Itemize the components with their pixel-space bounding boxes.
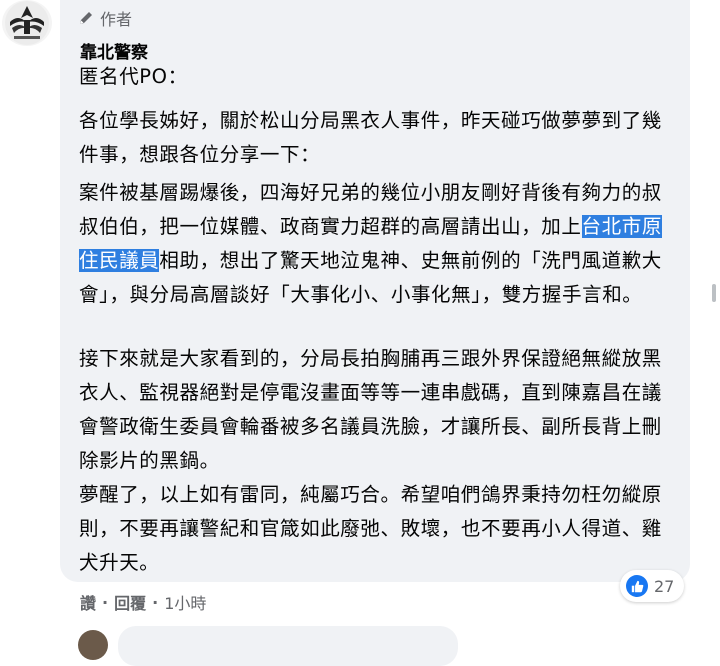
comment-paragraph: 匿名代PO： — [79, 65, 188, 88]
timestamp[interactable]: 1小時 — [164, 590, 206, 614]
comment-paragraph: 夢醒了，以上如有雷同，純屬巧合。希望咱們鴿界秉持勿枉勿縱原則，不要再讓警紀和官箴… — [79, 483, 662, 574]
comment-paragraph: 接下來就是大家看到的，分局長拍胸脯再三跟外界保證絕無縱放黑衣人、監視器絕對是停電… — [79, 347, 662, 472]
reaction-count: 27 — [654, 576, 675, 596]
avatar[interactable] — [2, 0, 52, 46]
reply-button[interactable]: 回覆 — [114, 590, 146, 614]
paragraph-text: 相助，想出了驚天地泣鬼神、史無前例的「洗門風道歉大會」，與分局高層談好「大事化小… — [79, 249, 662, 306]
comment-actions: 讚 · 回覆 · 1小時 — [80, 590, 206, 614]
paragraph-text: 案件被基層踢爆後，四海好兄弟的幾位小朋友剛好背後有夠力的叔叔伯伯，把一位媒體、政… — [79, 181, 662, 238]
scrollbar[interactable] — [712, 284, 716, 302]
pencil-icon — [80, 12, 92, 24]
like-button[interactable]: 讚 — [80, 590, 96, 614]
police-emblem-icon — [5, 1, 49, 45]
role-label: 作者 — [100, 10, 133, 29]
separator: · — [152, 592, 159, 612]
reaction-summary[interactable]: 27 — [620, 570, 685, 602]
comment-paragraph: 案件被基層踢爆後，四海好兄弟的幾位小朋友剛好背後有夠力的叔叔伯伯，把一位媒體、政… — [79, 176, 679, 312]
next-comment-bubble — [118, 626, 458, 666]
author-role-badge: 作者 — [78, 6, 132, 30]
comment-paragraph: 各位學長姊好，關於松山分局黑衣人事件，昨天碰巧做夢夢到了幾件事，想跟各位分享一下… — [79, 109, 662, 166]
separator: · — [102, 592, 109, 612]
thumbs-up-icon — [626, 575, 648, 597]
